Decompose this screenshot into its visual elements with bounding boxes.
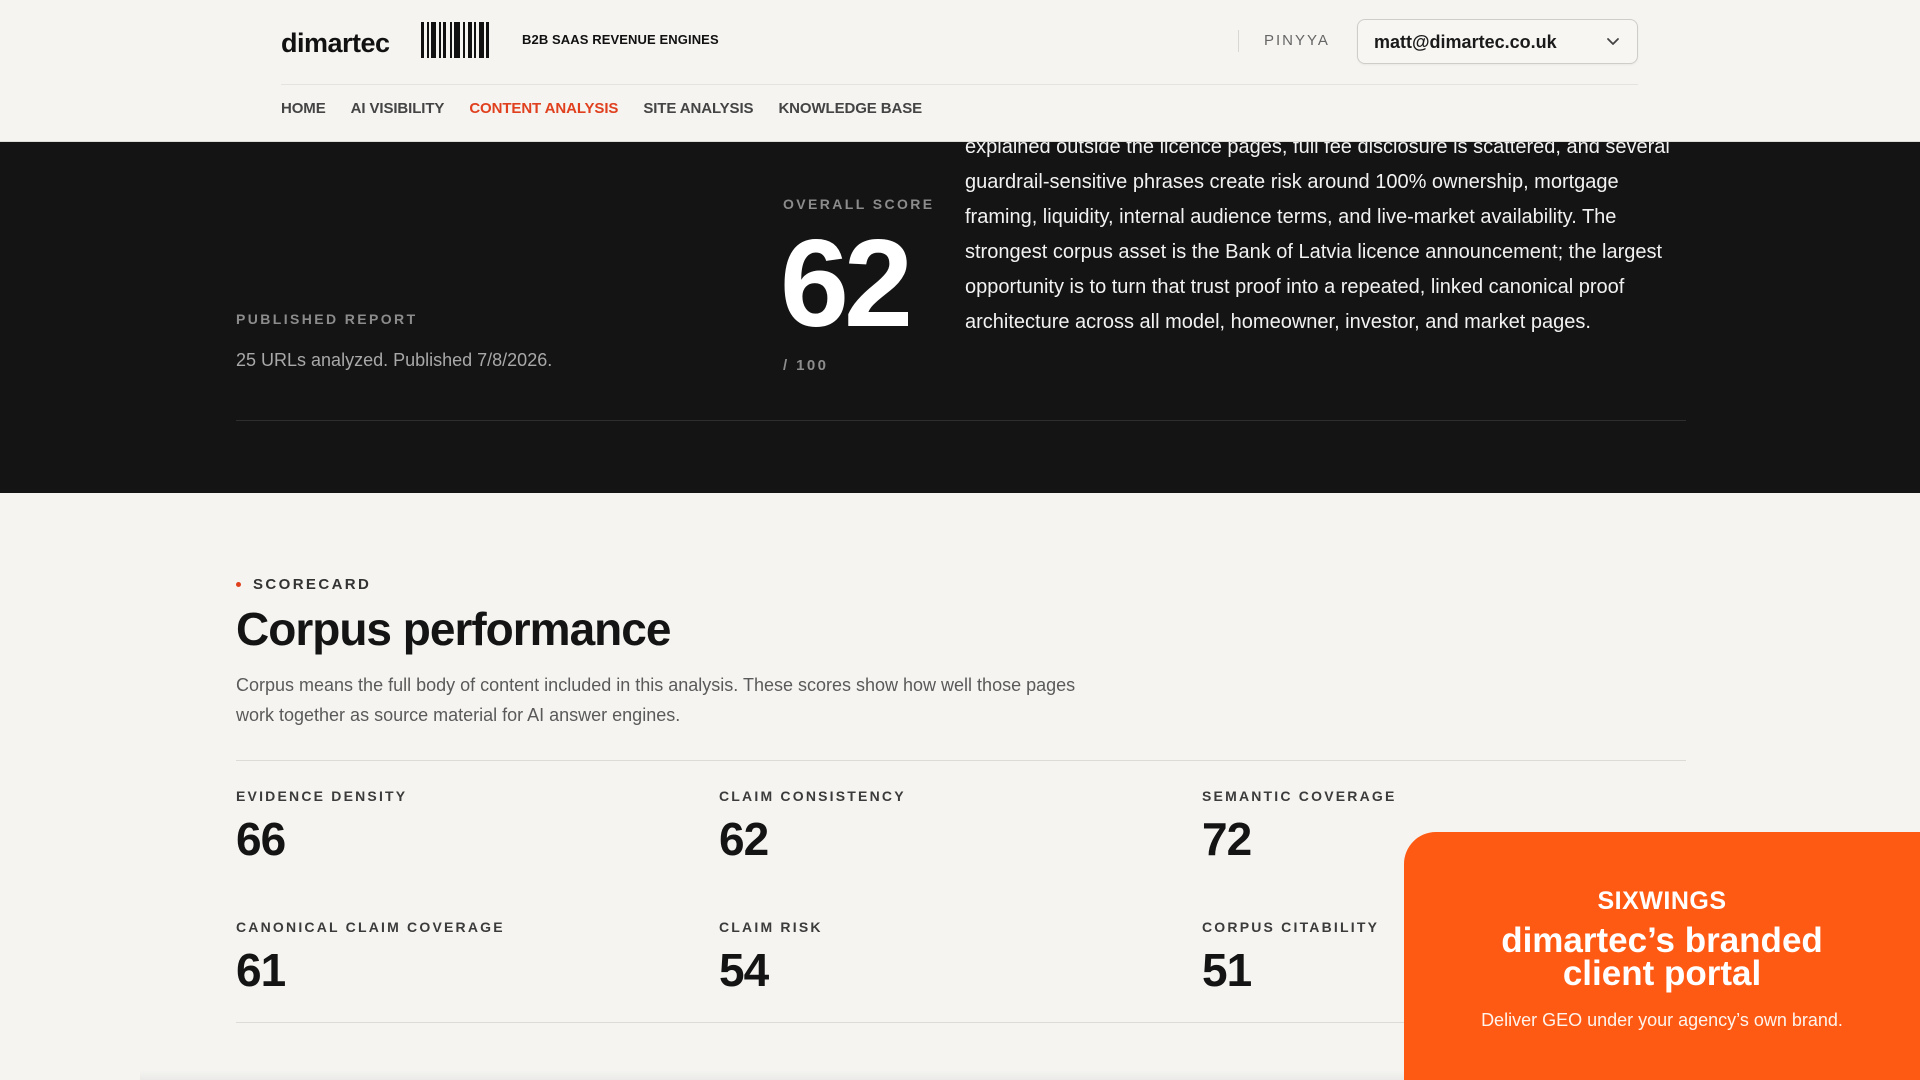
brand-logo[interactable]: dimartec — [281, 28, 390, 59]
metric-claim-risk: CLAIM RISK 54 — [719, 919, 1139, 993]
report-summary: explained outside the licence pages, ful… — [965, 142, 1670, 333]
promo-headline-line2: client portal — [1562, 954, 1762, 993]
scorecard-label: SCORECARD — [253, 576, 372, 593]
metric-claim-consistency: CLAIM CONSISTENCY 62 — [719, 788, 1139, 862]
published-report-text: 25 URLs analyzed. Published 7/8/2026. — [236, 350, 553, 370]
overall-score-label: OVERALL SCORE — [783, 196, 935, 212]
header-separator — [281, 84, 1638, 85]
top-header: dimartec B2B SAAS REVENUE ENGINES PINYYA… — [0, 0, 1920, 142]
promo-subtext: Deliver GEO under your agency’s own bran… — [1481, 1010, 1843, 1030]
account-selector[interactable]: matt@dimartec.co.uk — [1357, 19, 1638, 64]
scorecard-eyebrow: SCORECARD — [236, 576, 371, 593]
scorecard-divider-top — [236, 760, 1686, 761]
metric-evidence-density: EVIDENCE DENSITY 66 — [236, 788, 656, 862]
chevron-down-icon — [1607, 38, 1619, 45]
metric-label: CLAIM RISK — [719, 919, 823, 935]
promo-headline: dimartec’s branded client portal — [1404, 921, 1920, 993]
metric-label: CANONICAL CLAIM COVERAGE — [236, 919, 505, 935]
metric-label: EVIDENCE DENSITY — [236, 788, 408, 804]
barcode-logo-icon — [421, 22, 498, 58]
scorecard-title: Corpus performance — [236, 603, 671, 655]
account-email: matt@dimartec.co.uk — [1374, 32, 1557, 52]
metric-value: 54 — [719, 944, 769, 996]
promo-headline-line1: dimartec’s branded — [1501, 921, 1823, 960]
branded-portal-promo[interactable]: SIXWINGS dimartec’s branded client porta… — [1404, 832, 1920, 1080]
metric-value: 62 — [719, 813, 769, 865]
overall-score-value: 62 — [780, 215, 913, 353]
main-nav: HOME AI VISIBILITY CONTENT ANALYSIS SITE… — [281, 100, 922, 117]
report-hero: PUBLISHED REPORT 25 URLs analyzed. Publi… — [0, 142, 1920, 493]
hero-divider — [236, 420, 1686, 421]
card-shadow — [140, 1070, 1410, 1080]
nav-knowledge-base[interactable]: KNOWLEDGE BASE — [778, 100, 922, 117]
nav-ai-visibility[interactable]: AI VISIBILITY — [351, 100, 445, 117]
scorecard-description: Corpus means the full body of content in… — [236, 675, 1076, 725]
metric-label: SEMANTIC COVERAGE — [1202, 788, 1397, 804]
sixwings-logo: SIXWINGS — [1597, 887, 1727, 915]
metric-label: CLAIM CONSISTENCY — [719, 788, 906, 804]
metric-value: 61 — [236, 944, 286, 996]
header-divider — [1238, 30, 1239, 52]
nav-site-analysis[interactable]: SITE ANALYSIS — [643, 100, 753, 117]
overall-score-max: / 100 — [783, 357, 829, 374]
metric-value: 66 — [236, 813, 286, 865]
metric-canonical-claim-coverage: CANONICAL CLAIM COVERAGE 61 — [236, 919, 656, 993]
brand-tagline: B2B SAAS REVENUE ENGINES — [522, 32, 719, 47]
nav-content-analysis[interactable]: CONTENT ANALYSIS — [469, 100, 618, 117]
nav-home[interactable]: HOME — [281, 100, 326, 117]
published-report-label: PUBLISHED REPORT — [236, 311, 418, 327]
organization-name: PINYYA — [1264, 32, 1330, 49]
accent-dot-icon — [236, 582, 241, 587]
